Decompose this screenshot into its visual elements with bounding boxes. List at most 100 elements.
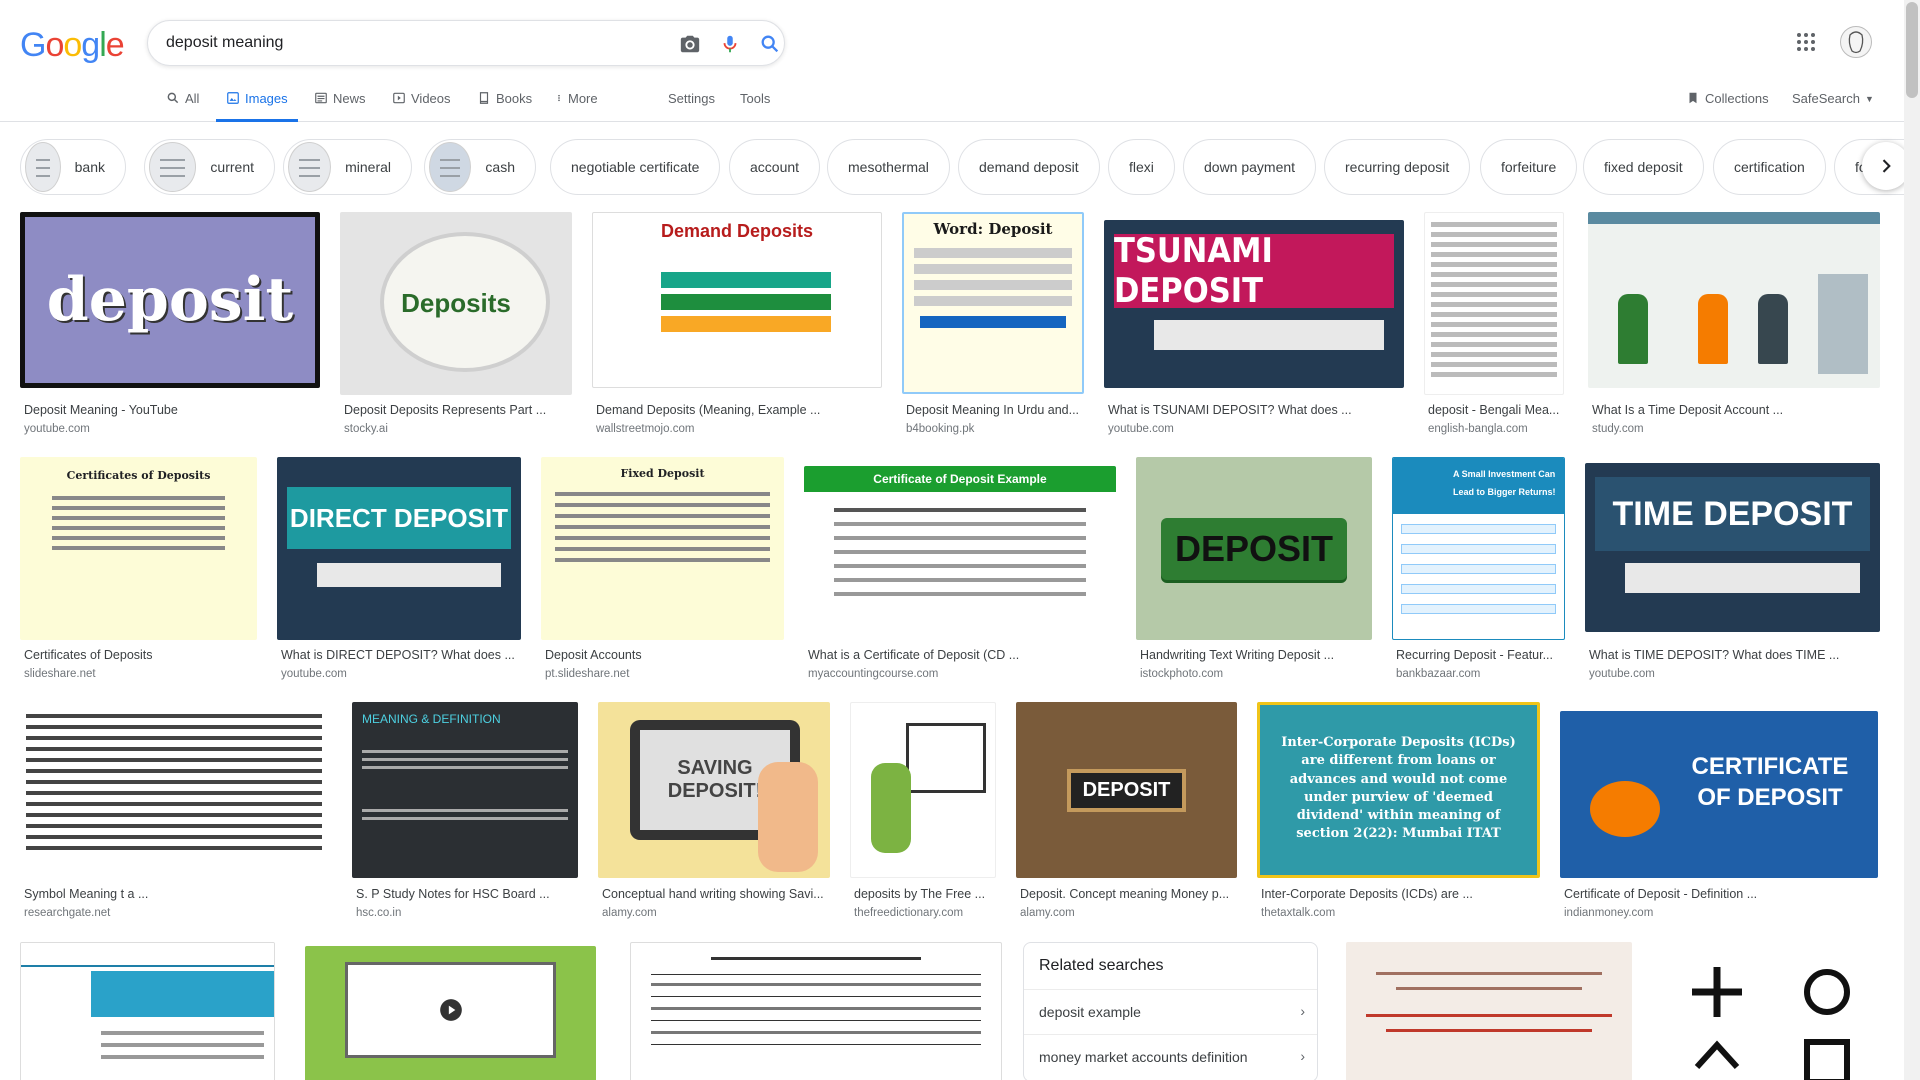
- tab-all[interactable]: All: [166, 86, 199, 122]
- image-result[interactable]: Certificates of Deposits: [20, 457, 257, 640]
- tools-link[interactable]: Tools: [740, 86, 770, 122]
- image-result[interactable]: Certificate of Deposit Example: [804, 466, 1116, 640]
- chip-demand-deposit[interactable]: demand deposit: [958, 139, 1100, 195]
- apps-grid-icon[interactable]: [1794, 30, 1818, 54]
- image-result[interactable]: [305, 946, 596, 1080]
- chip-negotiable-certificate[interactable]: negotiable certificate: [550, 139, 721, 195]
- result-title[interactable]: Inter-Corporate Deposits (ICDs) are ...: [1261, 887, 1544, 901]
- result-title[interactable]: Certificate of Deposit - Definition ...: [1564, 887, 1882, 901]
- chip-label: forfeiture: [1501, 159, 1557, 175]
- result-title[interactable]: Recurring Deposit - Featur...: [1396, 648, 1569, 662]
- image-result[interactable]: deposit: [20, 212, 320, 388]
- image-result[interactable]: [1424, 212, 1564, 395]
- chevron-right-icon: [1882, 159, 1891, 173]
- chevron-right-icon: ›: [1300, 1048, 1305, 1064]
- atm-machine: [1818, 274, 1868, 374]
- hand-shape: [758, 762, 818, 872]
- tab-news[interactable]: News: [314, 86, 366, 122]
- result-title[interactable]: Demand Deposits (Meaning, Example ...: [596, 403, 886, 417]
- safesearch-dropdown[interactable]: SafeSearch ▼: [1792, 86, 1874, 122]
- result-title[interactable]: What is a Certificate of Deposit (CD ...: [808, 648, 1120, 662]
- result-title[interactable]: What is TSUNAMI DEPOSIT? What does ...: [1108, 403, 1408, 417]
- image-result[interactable]: [630, 942, 1002, 1080]
- related-search-item[interactable]: money market accounts definition ›: [1024, 1034, 1317, 1079]
- chip-forfeiture[interactable]: forfeiture: [1480, 139, 1578, 195]
- result-title[interactable]: Deposit Meaning - YouTube: [24, 403, 324, 417]
- result-title[interactable]: What is DIRECT DEPOSIT? What does ...: [281, 648, 525, 662]
- result-title[interactable]: Conceptual hand writing showing Savi...: [602, 887, 834, 901]
- cartoon-person: [1618, 294, 1648, 364]
- chip-fixed-deposit[interactable]: fixed deposit: [1583, 139, 1704, 195]
- scrollbar-track[interactable]: [1904, 0, 1920, 1080]
- avatar[interactable]: [1840, 26, 1872, 58]
- tab-all-label: All: [185, 91, 200, 106]
- image-result[interactable]: TIME DEPOSIT: [1585, 463, 1880, 632]
- result-thumbnail: TSUNAMI DEPOSIT: [1104, 220, 1404, 388]
- image-result[interactable]: DEPOSIT: [1136, 457, 1372, 640]
- image-result[interactable]: A Small Investment Can Lead to Bigger Re…: [1392, 457, 1565, 640]
- result-title[interactable]: Symbol Meaning t a ...: [24, 887, 332, 901]
- chip-mineral[interactable]: mineral: [283, 139, 412, 195]
- chip-mesothermal[interactable]: mesothermal: [827, 139, 950, 195]
- result-title[interactable]: What Is a Time Deposit Account ...: [1592, 403, 1882, 417]
- chip-bank[interactable]: bank: [20, 139, 126, 195]
- image-result[interactable]: [1662, 942, 1880, 1080]
- chip-account[interactable]: account: [729, 139, 821, 195]
- image-result[interactable]: [20, 942, 275, 1080]
- camera-icon[interactable]: [678, 32, 702, 56]
- image-result[interactable]: DEMAND DEPOSIT: [1588, 212, 1880, 388]
- image-result[interactable]: TSUNAMI DEPOSIT: [1104, 220, 1404, 388]
- image-result[interactable]: SAVING DEPOSIT!: [598, 702, 830, 878]
- result-title[interactable]: Deposit Deposits Represents Part ...: [344, 403, 576, 417]
- image-result[interactable]: [850, 702, 996, 878]
- tab-books[interactable]: Books: [477, 86, 532, 122]
- image-result[interactable]: DEPOSIT: [1016, 702, 1237, 878]
- related-search-item[interactable]: deposit example ›: [1024, 989, 1317, 1034]
- thumbnail-banner: TIME DEPOSIT: [1595, 477, 1870, 551]
- result-title[interactable]: Deposit Accounts: [545, 648, 788, 662]
- chip-down-payment[interactable]: down payment: [1183, 139, 1317, 195]
- image-result[interactable]: [20, 702, 328, 878]
- collections-link[interactable]: Collections: [1686, 86, 1769, 122]
- chip-recurring-deposit[interactable]: recurring deposit: [1324, 139, 1471, 195]
- result-title[interactable]: S. P Study Notes for HSC Board ...: [356, 887, 582, 901]
- result-thumbnail: DEPOSIT: [1016, 702, 1237, 878]
- chip-label: negotiable certificate: [571, 159, 700, 175]
- logo-letter-e: e: [105, 26, 125, 64]
- thumbnail-text: Inter-Corporate Deposits (ICDs) are diff…: [1281, 735, 1516, 842]
- result-title[interactable]: Deposit Meaning In Urdu and...: [906, 403, 1088, 417]
- image-result[interactable]: Fixed Deposit: [541, 457, 784, 640]
- tab-more[interactable]: More: [555, 86, 598, 122]
- search-input[interactable]: [166, 31, 626, 55]
- result-thumbnail: [1662, 942, 1880, 1080]
- image-result[interactable]: CERTIFICATE OF DEPOSIT: [1560, 711, 1878, 878]
- chips-next-button[interactable]: [1862, 142, 1910, 190]
- result-title[interactable]: deposits by The Free ...: [854, 887, 1000, 901]
- scrollbar-thumb[interactable]: [1906, 2, 1918, 98]
- image-result[interactable]: [1346, 942, 1632, 1080]
- result-source: english-bangla.com: [1428, 423, 1528, 435]
- image-result[interactable]: Deposits: [340, 212, 572, 395]
- tab-videos[interactable]: Videos: [392, 86, 451, 122]
- image-result[interactable]: MEANING & DEFINITION: [352, 702, 578, 878]
- microphone-icon[interactable]: [718, 32, 742, 56]
- image-result[interactable]: DIRECT DEPOSIT: [277, 457, 521, 640]
- chip-flexi[interactable]: flexi: [1108, 139, 1175, 195]
- image-result[interactable]: Demand Deposits: [592, 212, 882, 388]
- result-title[interactable]: deposit - Bengali Mea...: [1428, 403, 1568, 417]
- thumbnail-text: MEANING & DEFINITION: [362, 712, 501, 726]
- google-logo[interactable]: Google: [20, 26, 125, 65]
- tab-images[interactable]: Images: [216, 86, 298, 122]
- settings-link[interactable]: Settings: [668, 86, 715, 122]
- result-title[interactable]: Certificates of Deposits: [24, 648, 261, 662]
- chip-cash[interactable]: cash: [424, 139, 536, 195]
- image-result[interactable]: Word: Deposit: [902, 212, 1084, 394]
- type-bar: [661, 294, 831, 310]
- image-result[interactable]: Inter-Corporate Deposits (ICDs) are diff…: [1257, 702, 1540, 878]
- chip-current[interactable]: current: [144, 139, 275, 195]
- chip-certification[interactable]: certification: [1713, 139, 1826, 195]
- result-title[interactable]: What is TIME DEPOSIT? What does TIME ...: [1589, 648, 1880, 662]
- result-title[interactable]: Handwriting Text Writing Deposit ...: [1140, 648, 1376, 662]
- result-title[interactable]: Deposit. Concept meaning Money p...: [1020, 887, 1241, 901]
- search-icon[interactable]: [758, 32, 782, 56]
